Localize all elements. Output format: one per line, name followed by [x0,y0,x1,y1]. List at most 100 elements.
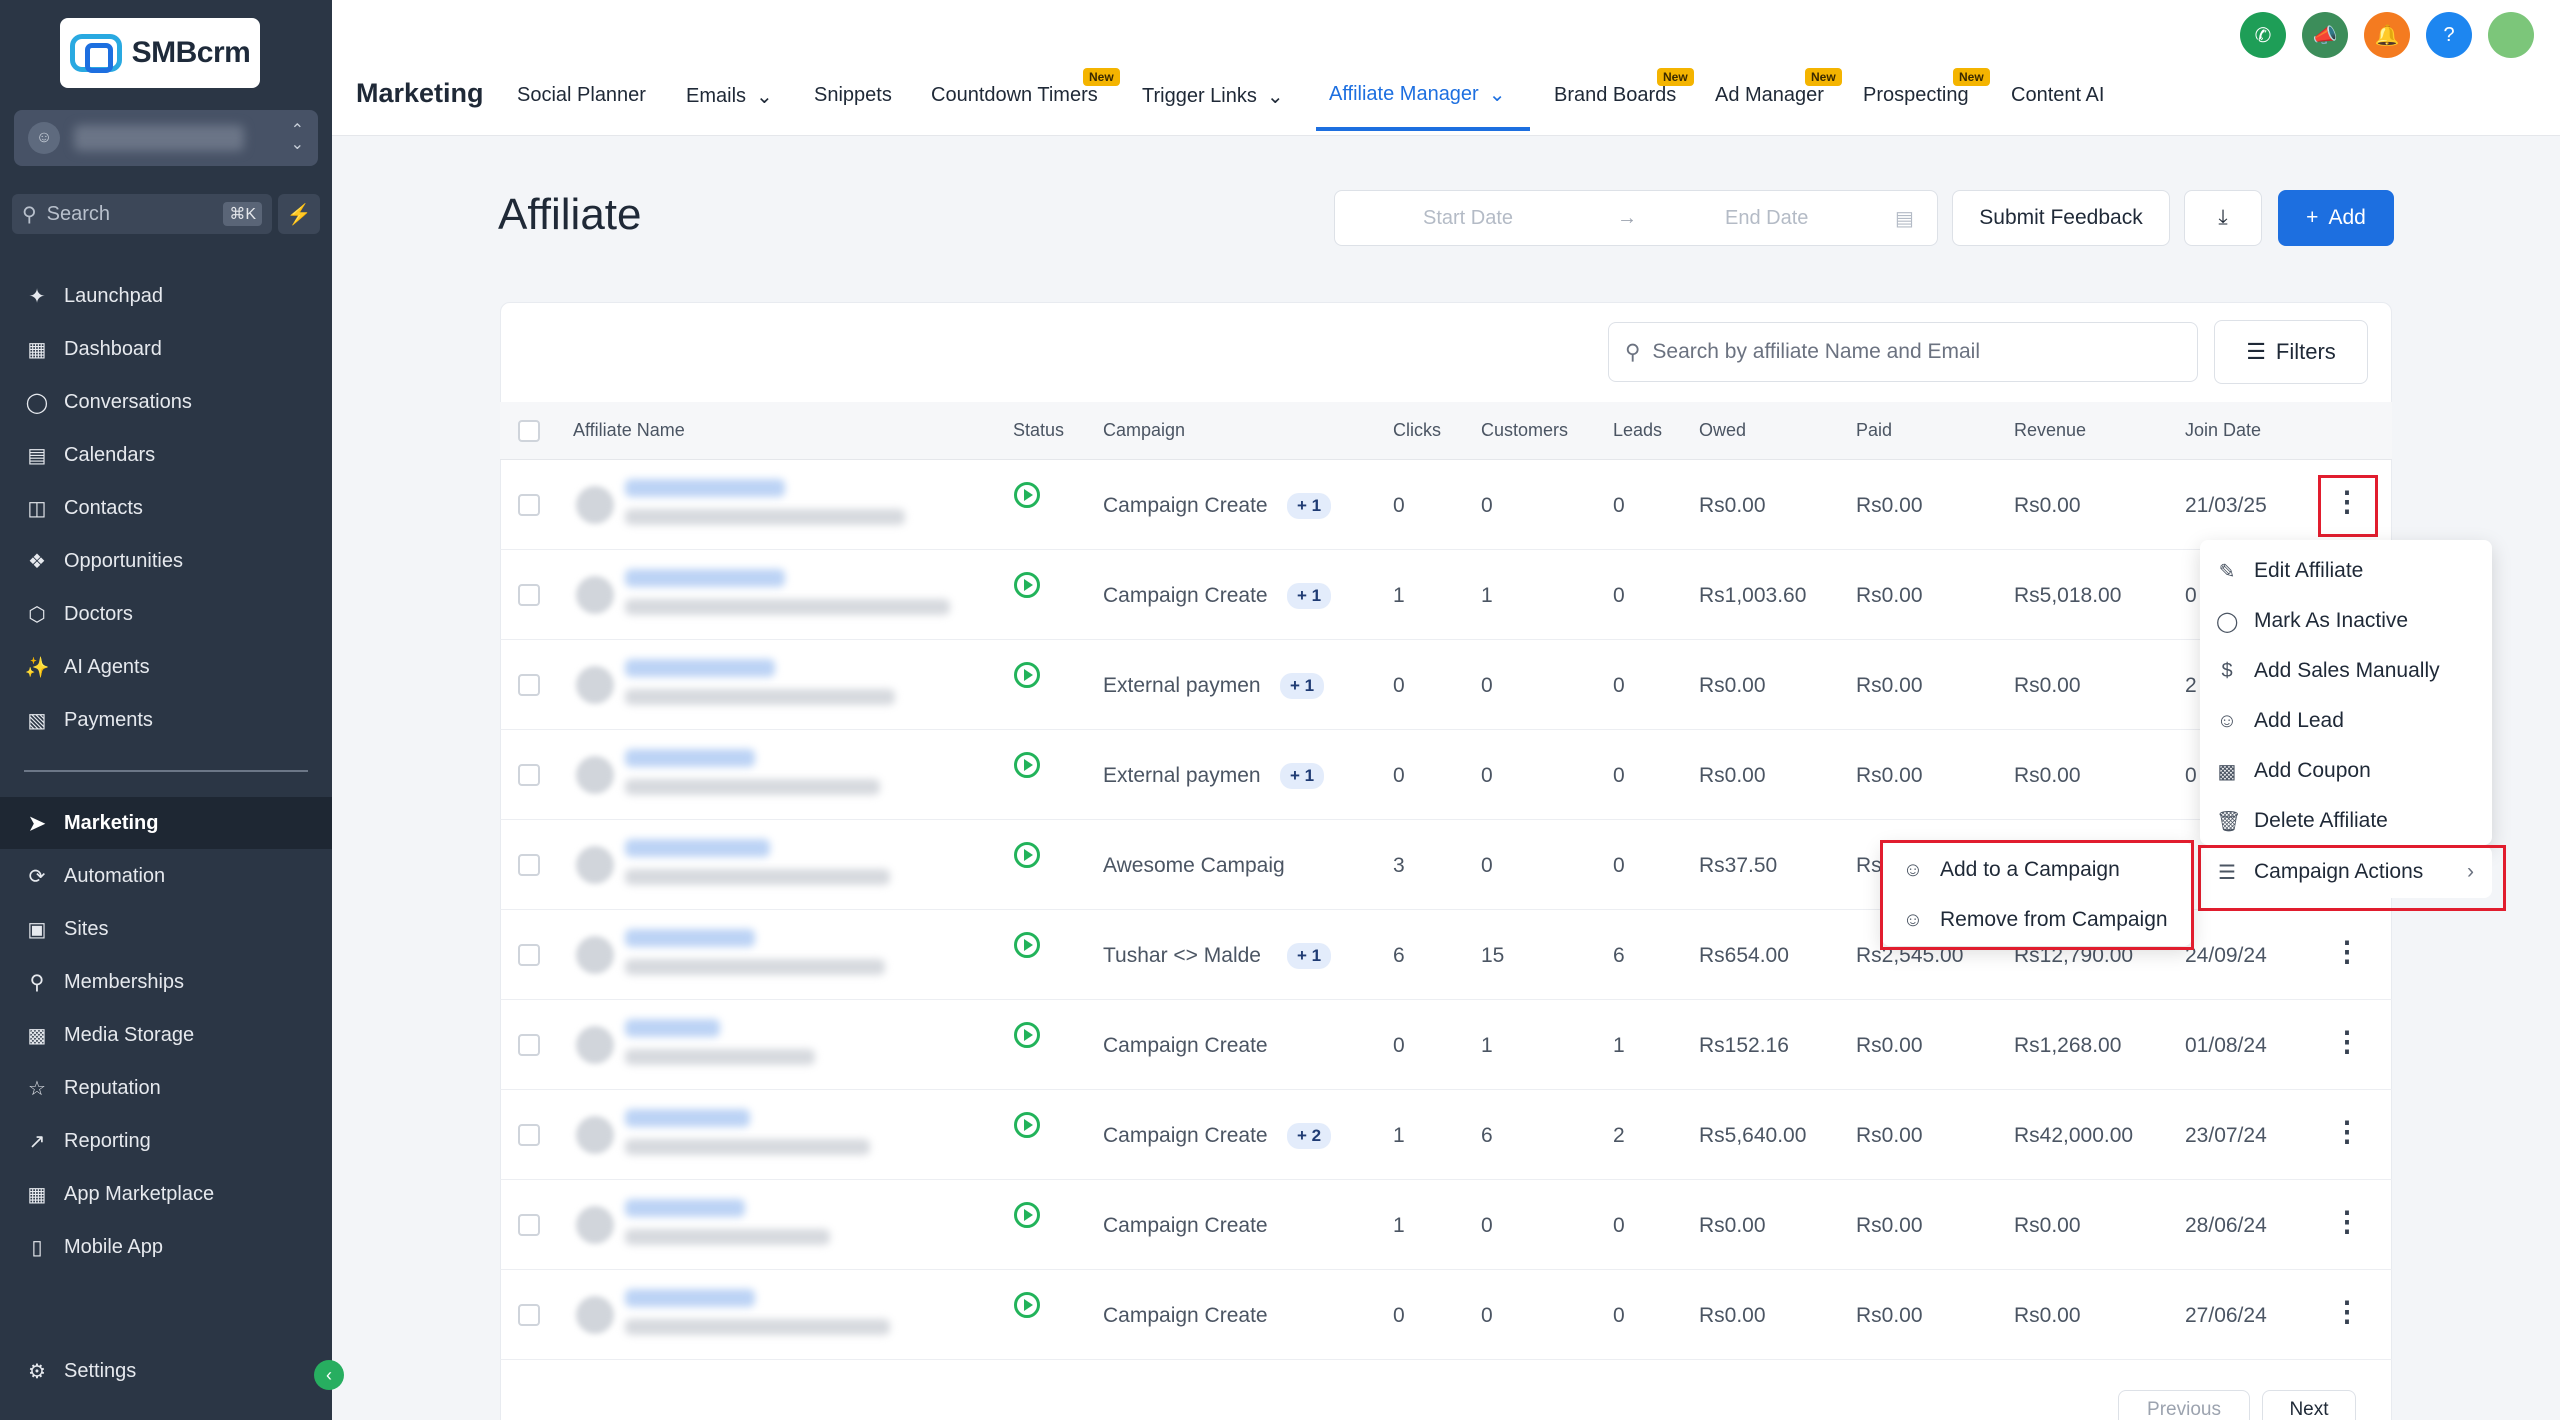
row-checkbox[interactable] [518,1034,540,1056]
filters-button[interactable]: ☰ Filters [2214,320,2368,384]
tab-ad-manager[interactable]: Ad Manager [1715,84,1824,107]
row-actions-kebab-icon[interactable]: ⋮ [2327,1025,2367,1058]
affiliate-name-blurred[interactable] [625,569,785,587]
sidebar-item-app-marketplace[interactable]: ▦ App Marketplace [0,1168,332,1220]
sidebar-item-mobile-app[interactable]: ▯ Mobile App [0,1221,332,1273]
affiliate-name-blurred[interactable] [625,659,775,677]
row-actions-kebab-icon[interactable]: ⋮ [2327,1115,2367,1148]
column-header[interactable]: Leads [1613,420,1662,441]
extra-campaigns-badge[interactable]: + 1 [1280,673,1325,699]
megaphone-icon[interactable]: 📣 [2302,12,2348,58]
table-row[interactable] [500,640,2392,730]
sidebar-item-sites[interactable]: ▣ Sites [0,903,332,955]
affiliate-search-input[interactable]: ⚲ Search by affiliate Name and Email [1608,322,2198,382]
extra-campaigns-badge[interactable]: + 1 [1287,493,1332,519]
menu-item-edit-affiliate[interactable]: ✎ Edit Affiliate [2200,546,2492,596]
sidebar-item-conversations[interactable]: ◯ Conversations [0,376,332,428]
column-header[interactable]: Owed [1699,420,1746,441]
table-row[interactable] [500,460,2392,550]
sidebar-item-launchpad[interactable]: ✦ Launchpad [0,270,332,322]
row-checkbox[interactable] [518,674,540,696]
download-button[interactable]: ⤓ [2184,190,2262,246]
sidebar-search[interactable]: ⚲ Search ⌘K [12,194,272,234]
sidebar-item-settings[interactable]: ⚙ Settings [0,1345,332,1397]
brand-logo[interactable]: SMBcrm [60,18,260,88]
phone-call-icon[interactable]: ✆ [2240,12,2286,58]
sidebar-item-memberships[interactable]: ⚲ Memberships [0,956,332,1008]
row-checkbox[interactable] [518,584,540,606]
add-button[interactable]: + Add [2278,190,2394,246]
menu-item-add-sales[interactable]: $ Add Sales Manually [2200,646,2492,696]
column-header[interactable]: Clicks [1393,420,1441,441]
column-header[interactable]: Status [1013,420,1064,441]
column-header[interactable]: Join Date [2185,420,2261,441]
affiliate-name-blurred[interactable] [625,929,755,947]
affiliate-name-blurred[interactable] [625,1019,720,1037]
sidebar-item-contacts[interactable]: ◫ Contacts [0,482,332,534]
tab-snippets[interactable]: Snippets [814,84,892,107]
menu-item-add-lead[interactable]: ☺ Add Lead [2200,696,2492,746]
collapse-sidebar-icon[interactable]: ‹ [314,1360,344,1390]
table-row[interactable] [500,1270,2392,1360]
affiliate-name-blurred[interactable] [625,839,770,857]
account-switcher[interactable]: ☺ ⌃ ⌄ [14,110,318,166]
date-range-picker[interactable]: Start Date → End Date ▤ [1334,190,1938,246]
column-header[interactable]: Affiliate Name [573,420,685,441]
sidebar-item-calendars[interactable]: ▤ Calendars [0,429,332,481]
submit-feedback-button[interactable]: Submit Feedback [1952,190,2170,246]
row-actions-kebab-icon[interactable]: ⋮ [2327,1295,2367,1328]
row-checkbox[interactable] [518,1124,540,1146]
row-checkbox[interactable] [518,944,540,966]
sidebar-item-reputation[interactable]: ☆ Reputation [0,1062,332,1114]
extra-campaigns-badge[interactable]: + 1 [1280,763,1325,789]
avatar[interactable] [2488,12,2534,58]
tab-trigger-links[interactable]: Trigger Links ⌄ [1142,84,1284,109]
affiliate-name-blurred[interactable] [625,1109,750,1127]
tab-emails[interactable]: Emails ⌄ [686,84,773,109]
column-header[interactable]: Paid [1856,420,1892,441]
column-header[interactable]: Campaign [1103,420,1185,441]
tab-countdown-timers[interactable]: Countdown Timers [931,84,1098,107]
sidebar-item-reporting[interactable]: ↗ Reporting [0,1115,332,1167]
row-actions-kebab-icon[interactable]: ⋮ [2327,1205,2367,1238]
sidebar-item-ai-agents[interactable]: ✨ AI Agents [0,641,332,693]
previous-page-button[interactable]: Previous [2118,1390,2250,1420]
sidebar-item-opportunities[interactable]: ❖ Opportunities [0,535,332,587]
menu-item-add-coupon[interactable]: ▩ Add Coupon [2200,746,2492,796]
tab-affiliate-manager[interactable]: Affiliate Manager ⌄ [1329,82,1505,107]
row-checkbox[interactable] [518,1304,540,1326]
bell-icon[interactable]: 🔔 [2364,12,2410,58]
sidebar-item-automation[interactable]: ⟳ Automation [0,850,332,902]
extra-campaigns-badge[interactable]: + 1 [1287,583,1332,609]
sidebar-item-payments[interactable]: ▧ Payments [0,694,332,746]
sidebar-item-media-storage[interactable]: ▩ Media Storage [0,1009,332,1061]
table-row[interactable] [500,730,2392,820]
affiliate-name-blurred[interactable] [625,1199,745,1217]
sidebar-item-marketing[interactable]: ➤ Marketing [0,797,332,849]
table-row[interactable] [500,1180,2392,1270]
extra-campaigns-badge[interactable]: + 1 [1287,943,1332,969]
sidebar-item-doctors[interactable]: ⬡ Doctors [0,588,332,640]
select-all-checkbox[interactable] [518,420,540,442]
affiliate-name-blurred[interactable] [625,479,785,497]
help-icon[interactable]: ? [2426,12,2472,58]
extra-campaigns-badge[interactable]: + 2 [1287,1123,1332,1149]
sidebar-item-dashboard[interactable]: ▦ Dashboard [0,323,332,375]
row-checkbox[interactable] [518,1214,540,1236]
menu-item-delete-affiliate[interactable]: 🗑 Delete Affiliate [2200,796,2492,846]
row-checkbox[interactable] [518,764,540,786]
menu-item-mark-inactive[interactable]: ◯ Mark As Inactive [2200,596,2492,646]
affiliate-name-blurred[interactable] [625,1289,755,1307]
affiliate-name-blurred[interactable] [625,749,755,767]
row-actions-kebab-icon[interactable]: ⋮ [2327,935,2367,968]
column-header[interactable]: Customers [1481,420,1568,441]
quick-action-bolt-icon[interactable]: ⚡ [278,194,320,234]
tab-brand-boards[interactable]: Brand Boards [1554,84,1676,107]
tab-social-planner[interactable]: Social Planner [517,84,646,107]
tab-prospecting[interactable]: Prospecting [1863,84,1969,107]
row-checkbox[interactable] [518,854,540,876]
column-header[interactable]: Revenue [2014,420,2086,441]
next-page-button[interactable]: Next [2262,1390,2356,1420]
row-checkbox[interactable] [518,494,540,516]
tab-content-ai[interactable]: Content AI [2011,84,2104,107]
